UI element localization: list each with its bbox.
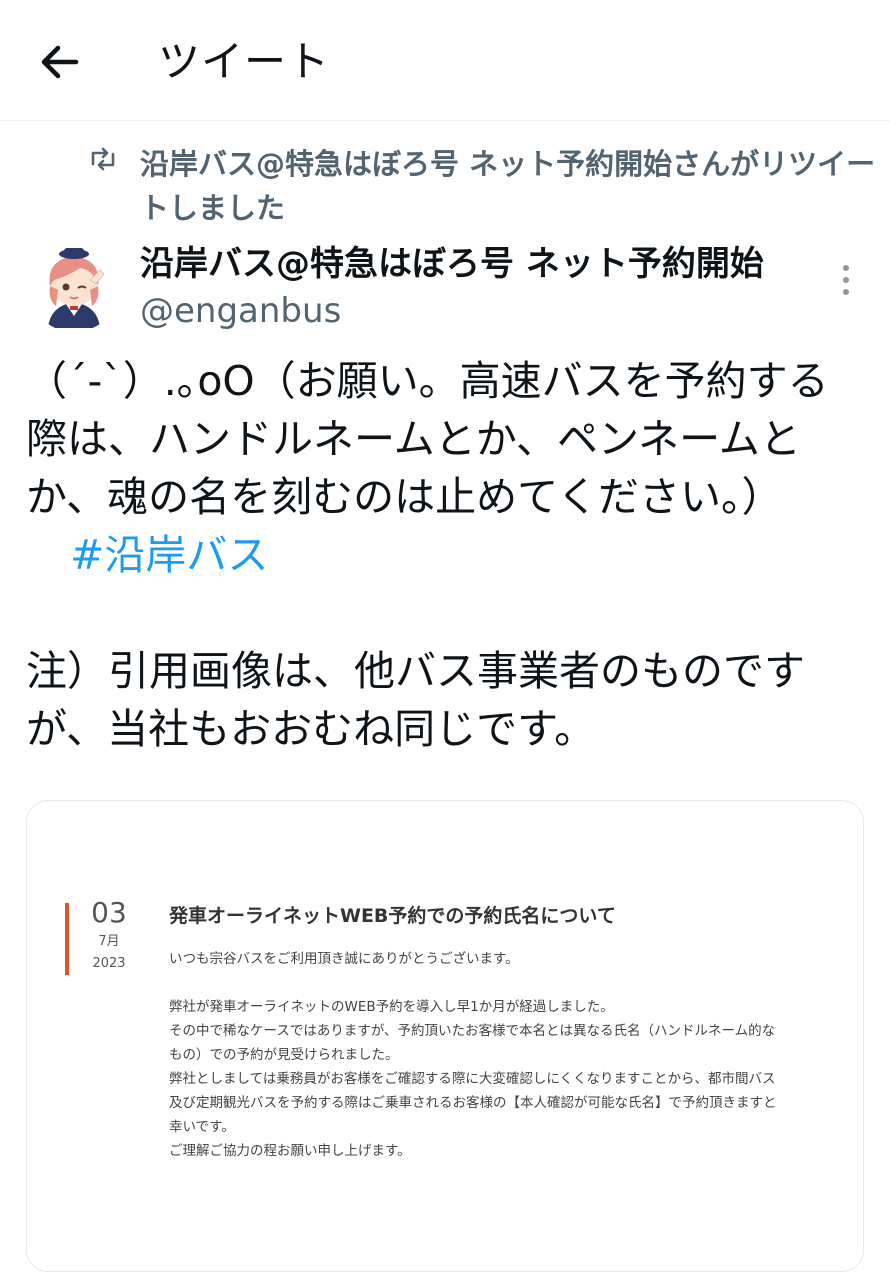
retweet-text[interactable]: 沿岸バス@特急はぼろ号 ネット予約開始さんがリツイートしました (140, 142, 876, 230)
notice-line: 弊社としましては乗務員がお客様をご確認する際に大変確認しにくくなりますことから、… (169, 1071, 776, 1087)
notice-line: 及び定期観光バスを予約する際はご乗車されるお客様の【本人確認が可能な氏名】で予約… (169, 1095, 777, 1111)
tweet-note-line: 注）引用画像は、他バス事業者のものです (26, 647, 805, 695)
author-handle[interactable]: @enganbus (140, 288, 341, 334)
date-accent-bar (65, 903, 69, 975)
more-options-button[interactable] (832, 262, 860, 298)
notice-line: 弊社が発車オーライネットのWEB予約を導入し早1か月が経過しました。 (169, 999, 614, 1015)
notice-body: いつも宗谷バスをご利用頂き誠にありがとうございます。 弊社が発車オーライネットの… (169, 947, 829, 1163)
notice-date-year: 2023 (92, 956, 126, 971)
page-title: ツイート (158, 37, 331, 86)
tweet-line: 際は、ハンドルネームとか、ペンネームと (26, 415, 801, 463)
avatar[interactable] (28, 240, 120, 332)
back-button[interactable] (36, 38, 84, 86)
notice-line: いつも宗谷バスをご利用頂き誠にありがとうございます。 (169, 951, 519, 967)
notice-line: 幸いです。 (169, 1119, 235, 1135)
notice-line: ご理解ご協力の程お願い申し上げます。 (169, 1143, 411, 1159)
notice-date-day: 03 (91, 896, 127, 929)
arrow-left-icon (41, 45, 79, 79)
attached-image-card[interactable]: 03 7月 2023 発車オーライネットWEB予約での予約氏名について いつも宗… (26, 800, 864, 1272)
hashtag-link[interactable]: #沿岸バス (70, 531, 268, 579)
tweet-line: か、魂の名を刻むのは止めてください。） (26, 473, 783, 521)
author-name[interactable]: 沿岸バス@特急はぼろ号 ネット予約開始 (140, 240, 764, 288)
top-bar: ツイート (0, 0, 890, 121)
tweet-line: （´-`）.｡oO（お願い。高速バスを予約する (26, 357, 829, 405)
tweet-note-line: が、当社もおおむね同じです。 (26, 705, 596, 753)
notice-date-month: 7月 (98, 934, 120, 949)
avatar-illustration (28, 240, 120, 332)
notice-line: もの）での予約が見受けられました。 (169, 1047, 399, 1063)
tweet-text: （´-`）.｡oO（お願い。高速バスを予約する 際は、ハンドルネームとか、ペンネ… (26, 352, 866, 758)
notice-line: その中で稀なケースではありますが、予約頂いたお客様で本名とは異なる氏名（ハンドル… (169, 1023, 776, 1039)
notice-title: 発車オーライネットWEB予約での予約氏名について (169, 905, 616, 927)
retweet-icon (91, 147, 115, 171)
more-vertical-icon (843, 265, 849, 295)
